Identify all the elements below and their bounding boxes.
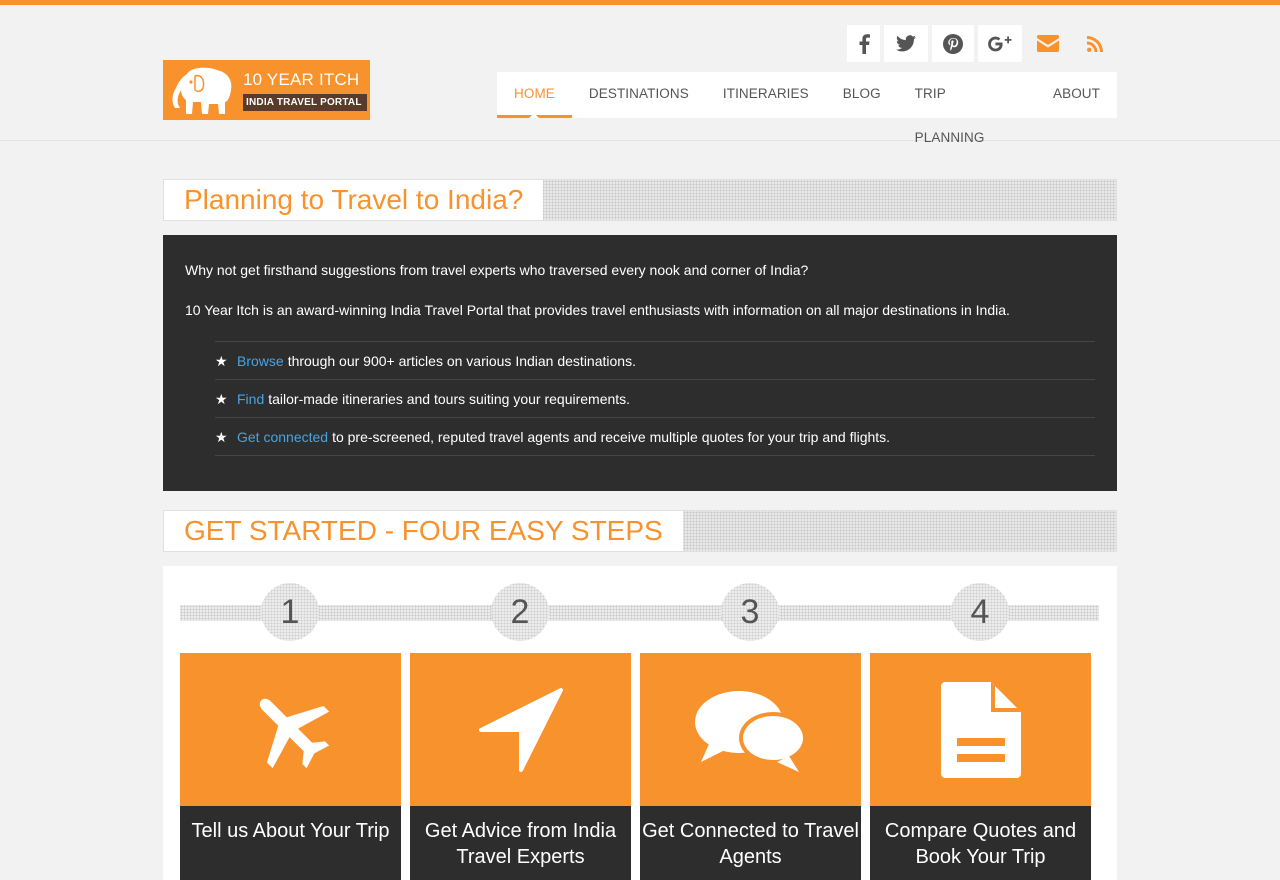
location-arrow-icon (478, 687, 563, 772)
nav-about[interactable]: ABOUT (1036, 72, 1117, 118)
step-card-4[interactable]: Compare Quotes and Book Your Trip (870, 653, 1091, 880)
steps-panel: 1 2 3 4 Tell us About Your Trip Get Advi… (163, 566, 1117, 880)
intro-heading-bar: Planning to Travel to India? (163, 179, 1117, 221)
facebook-icon[interactable] (847, 25, 880, 62)
rss-icon[interactable] (1073, 25, 1116, 62)
list-item-text: through our 900+ articles on various Ind… (287, 352, 636, 369)
star-icon: ★ (215, 352, 228, 369)
nav-trip-planning[interactable]: TRIP PLANNING (898, 72, 1036, 145)
step-number-3: 3 (721, 583, 779, 641)
intro-panel: Why not get firsthand suggestions from t… (163, 235, 1117, 491)
document-icon (940, 681, 1021, 778)
list-item-text: tailor-made itineraries and tours suitin… (268, 390, 631, 407)
list-item: ★ Find tailor-made itineraries and tours… (215, 380, 1095, 418)
intro-title: Planning to Travel to India? (164, 180, 544, 220)
step-number-4: 4 (951, 583, 1009, 641)
google-plus-icon[interactable] (978, 25, 1022, 62)
star-icon: ★ (215, 390, 228, 407)
logo-title: 10 YEAR ITCH (243, 70, 360, 89)
step-number-2: 2 (491, 583, 549, 641)
nav-destinations[interactable]: DESTINATIONS (572, 72, 706, 118)
list-item: ★ Get connected to pre-screened, reputed… (215, 418, 1095, 456)
step-card-3[interactable]: Get Connected to Travel Agents (640, 653, 861, 880)
list-item: ★ Browse through our 900+ articles on va… (215, 342, 1095, 380)
social-links (847, 25, 1116, 62)
intro-paragraph-2: 10 Year Itch is an award-winning India T… (185, 302, 1010, 318)
step-caption-3: Get Connected to Travel Agents (640, 806, 861, 880)
email-icon[interactable] (1026, 25, 1069, 62)
step-card-1[interactable]: Tell us About Your Trip (180, 653, 401, 880)
intro-paragraph-1: Why not get firsthand suggestions from t… (185, 262, 809, 278)
steps-title: GET STARTED - FOUR EASY STEPS (164, 511, 683, 551)
steps-heading-bar: GET STARTED - FOUR EASY STEPS (163, 510, 1117, 552)
site-logo[interactable]: 10 YEAR ITCH INDIA TRAVEL PORTAL (163, 60, 370, 120)
step-caption-4: Compare Quotes and Book Your Trip (870, 806, 1091, 880)
site-header: 10 YEAR ITCH INDIA TRAVEL PORTAL HOME DE… (0, 5, 1280, 145)
list-item-text: to pre-screened, reputed travel agents a… (332, 428, 891, 445)
nav-home[interactable]: HOME (497, 72, 572, 118)
main-nav: HOME DESTINATIONS ITINERARIES BLOG TRIP … (497, 72, 1117, 145)
browse-link[interactable]: Browse (237, 343, 284, 379)
nav-itineraries[interactable]: ITINERARIES (706, 72, 826, 118)
find-link[interactable]: Find (237, 381, 264, 417)
step-number-1: 1 (261, 583, 319, 641)
feature-list: ★ Browse through our 900+ articles on va… (215, 341, 1095, 456)
get-connected-link[interactable]: Get connected (237, 419, 328, 455)
pinterest-icon[interactable] (932, 25, 974, 62)
chat-bubbles-icon (694, 690, 807, 772)
twitter-icon[interactable] (884, 25, 928, 62)
nav-blog[interactable]: BLOG (826, 72, 898, 118)
step-card-2[interactable]: Get Advice from India Travel Experts (410, 653, 631, 880)
plane-icon (259, 698, 329, 768)
star-icon: ★ (215, 428, 228, 445)
step-caption-1: Tell us About Your Trip (180, 806, 401, 880)
step-caption-2: Get Advice from India Travel Experts (410, 806, 631, 880)
logo-subtitle: INDIA TRAVEL PORTAL (243, 94, 367, 111)
elephant-icon (163, 60, 243, 120)
